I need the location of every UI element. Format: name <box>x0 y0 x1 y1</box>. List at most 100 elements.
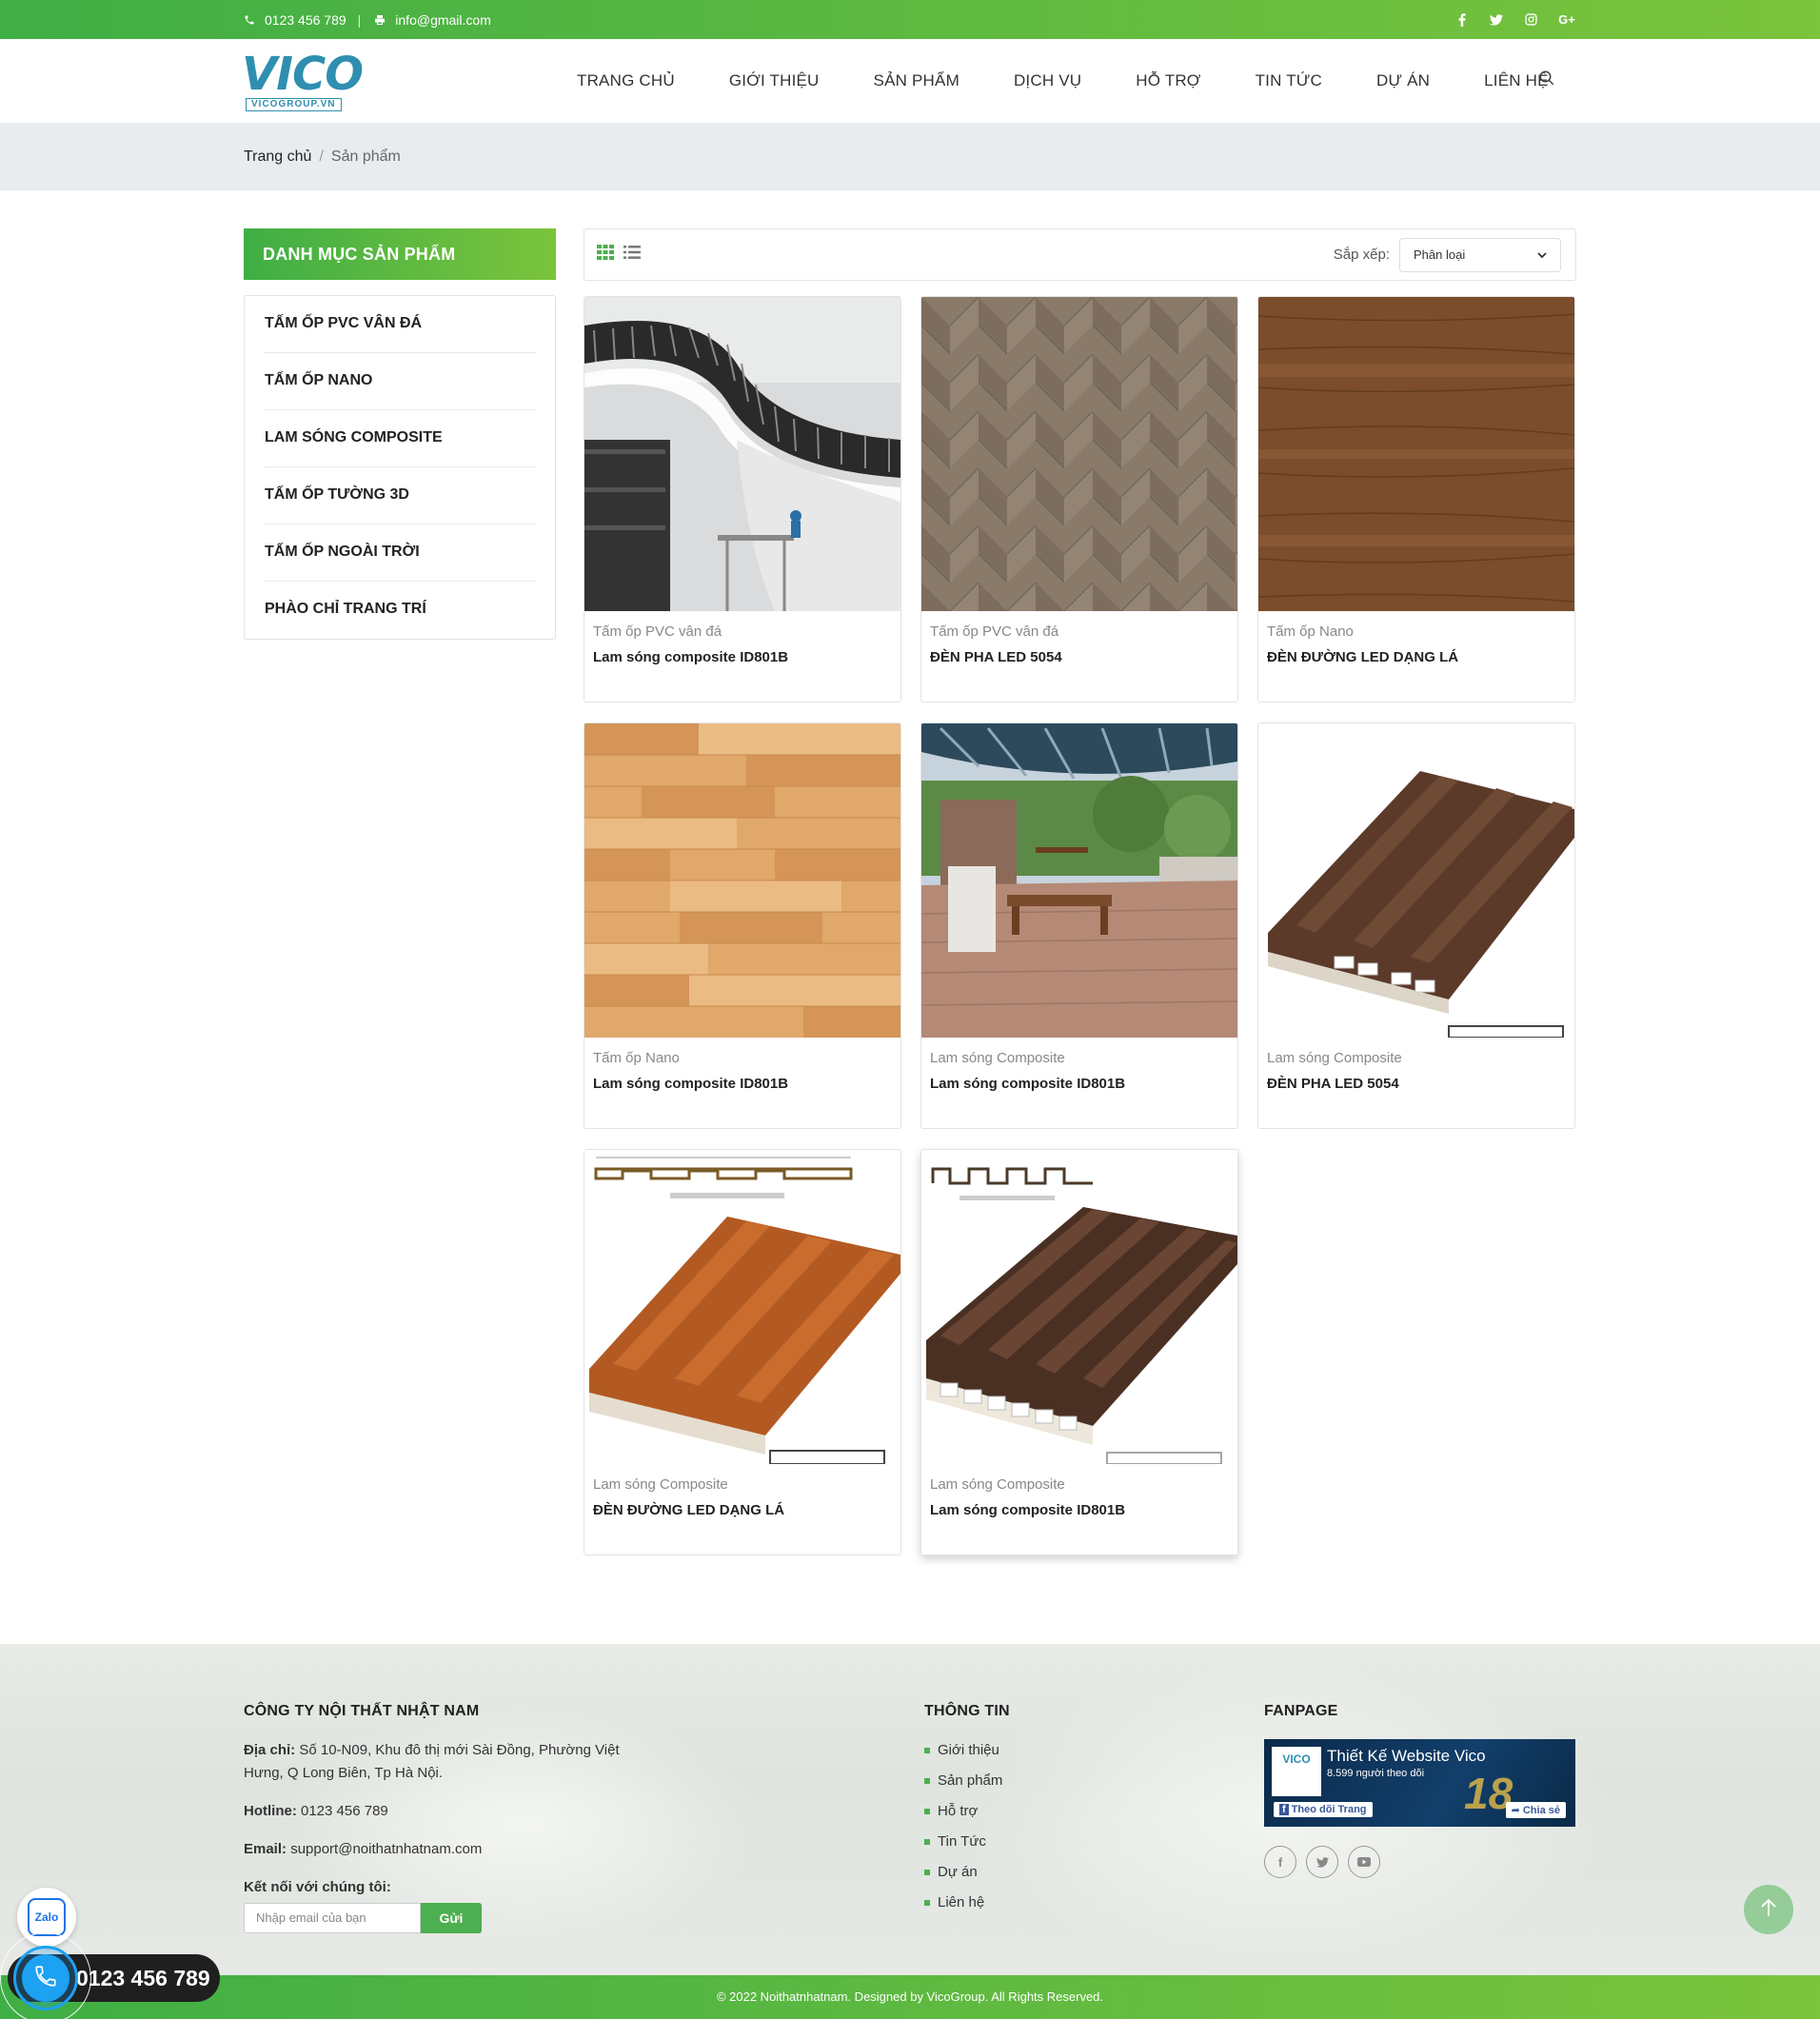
nav-item-products[interactable]: SẢN PHẨM <box>874 71 959 90</box>
topbar-phone[interactable]: 0123 456 789 <box>265 12 346 28</box>
breadcrumb-current: Sản phẩm <box>330 148 401 165</box>
phone-call-button[interactable] <box>22 1954 69 2002</box>
grid-view-icon[interactable] <box>597 245 614 265</box>
product-image[interactable] <box>584 1150 900 1464</box>
sidebar-item-nano[interactable]: TẤM ỐP NANO <box>264 353 536 410</box>
product-name[interactable]: ĐÈN ĐƯỜNG LED DẠNG LÁ <box>1267 649 1458 665</box>
arrow-up-icon <box>1760 1898 1777 1922</box>
fanpage-followers: 8.599 người theo dõi <box>1327 1768 1425 1779</box>
product-card[interactable]: Lam sóng Composite ĐÈN PHA LED 5054 <box>1257 722 1575 1129</box>
newsletter-email-input[interactable]: Nhập email của bạn <box>244 1903 421 1933</box>
facebook-icon[interactable]: f <box>1264 1846 1296 1878</box>
product-category[interactable]: Tấm ốp Nano <box>593 1050 680 1066</box>
sidebar-list: TẤM ỐP PVC VÂN ĐÁ TẤM ỐP NANO LAM SÓNG C… <box>244 295 556 640</box>
product-name[interactable]: ĐÈN PHA LED 5054 <box>1267 1076 1399 1092</box>
product-image[interactable] <box>584 297 900 611</box>
nav-item-services[interactable]: DỊCH VỤ <box>1014 71 1081 90</box>
nav-item-support[interactable]: HỖ TRỢ <box>1136 71 1200 90</box>
nav-item-home[interactable]: TRANG CHỦ <box>577 71 675 90</box>
product-image[interactable] <box>1258 723 1574 1038</box>
fanpage-avatar: VICO <box>1272 1747 1321 1796</box>
back-to-top-button[interactable] <box>1744 1885 1793 1934</box>
product-card[interactable]: Lam sóng Composite ĐÈN ĐƯỜNG LED DẠNG LÁ <box>584 1149 901 1555</box>
product-category[interactable]: Tấm ốp Nano <box>1267 624 1354 640</box>
product-card[interactable]: Tấm ốp Nano ĐÈN ĐƯỜNG LED DẠNG LÁ <box>1257 296 1575 703</box>
product-category[interactable]: Lam sóng Composite <box>1267 1050 1402 1066</box>
fanpage-share-button[interactable]: ➦ Chia sẻ <box>1505 1802 1566 1818</box>
footer-fanpage: FANPAGE VICO Thiết Kế Website Vico 8.599… <box>1264 1703 1578 1878</box>
nav-item-about[interactable]: GIỚI THIỆU <box>729 71 820 90</box>
product-category[interactable]: Lam sóng Composite <box>930 1050 1065 1066</box>
footer-info-title: THÔNG TIN <box>924 1703 1010 1719</box>
sort-select[interactable]: Phân loại <box>1399 237 1561 272</box>
product-image[interactable] <box>584 723 900 1038</box>
product-card[interactable]: Tấm ốp PVC vân đá Lam sóng composite ID8… <box>584 296 901 703</box>
product-image[interactable] <box>1258 297 1574 611</box>
product-card[interactable]: Tấm ốp Nano Lam sóng composite ID801B <box>584 722 901 1129</box>
sort-label: Sắp xếp: <box>1333 247 1390 263</box>
product-name[interactable]: ĐÈN PHA LED 5054 <box>930 649 1062 665</box>
youtube-icon[interactable] <box>1348 1846 1380 1878</box>
product-name[interactable]: Lam sóng composite ID801B <box>930 1502 1125 1518</box>
footer-address: Địa chỉ: Số 10-N09, Khu đô thị mới Sài Đ… <box>244 1742 620 1781</box>
google-plus-icon[interactable]: G+ <box>1557 12 1576 28</box>
fanpage-follow-button[interactable]: f Theo dõi Trang <box>1274 1802 1373 1817</box>
footer-email: Email: support@noithatnhatnam.com <box>244 1841 483 1857</box>
product-image[interactable] <box>921 297 1237 611</box>
footer-link-support[interactable]: Hỗ trợ <box>924 1796 1115 1827</box>
phone-icon <box>33 1964 58 1993</box>
product-toolbar: Sắp xếp: Phân loại <box>584 228 1576 281</box>
product-image[interactable] <box>921 1150 1237 1464</box>
copyright-bar: © 2022 Noithatnhatnam. Designed by VicoG… <box>0 1975 1820 2019</box>
product-name[interactable]: Lam sóng composite ID801B <box>593 1076 788 1092</box>
product-image[interactable] <box>921 723 1237 1038</box>
list-view-icon[interactable] <box>623 245 641 265</box>
product-name[interactable]: Lam sóng composite ID801B <box>593 649 788 665</box>
fanpage-name: Thiết Kế Website Vico <box>1327 1747 1486 1765</box>
site-logo[interactable]: VICO VICOGROUP.VN <box>242 48 364 111</box>
instagram-icon[interactable] <box>1523 12 1538 28</box>
sidebar-title: DANH MỤC SẢN PHẨM <box>244 228 556 280</box>
site-header: VICO VICOGROUP.VN TRANG CHỦ GIỚI THIỆU S… <box>242 39 1576 123</box>
product-card[interactable]: Tấm ốp PVC vân đá ĐÈN PHA LED 5054 <box>920 296 1238 703</box>
footer-link-projects[interactable]: Dự án <box>924 1857 1115 1888</box>
footer-link-about[interactable]: Giới thiệu <box>924 1735 1115 1766</box>
footer-link-products[interactable]: Sản phẩm <box>924 1766 1115 1796</box>
footer-link-contact[interactable]: Liên hệ <box>924 1888 1115 1918</box>
twitter-icon[interactable] <box>1306 1846 1338 1878</box>
product-card[interactable]: Lam sóng Composite Lam sóng composite ID… <box>920 722 1238 1129</box>
footer-company: CÔNG TY NỘI THẤT NHẬT NAM Địa chỉ: Số 10… <box>244 1703 653 1933</box>
footer-hotline: Hotline: 0123 456 789 <box>244 1803 388 1819</box>
logo-word: VICO <box>242 48 364 101</box>
main-nav: TRANG CHỦ GIỚI THIỆU SẢN PHẨM DỊCH VỤ HỖ… <box>577 71 1549 90</box>
newsletter-send-button[interactable]: Gửi <box>421 1903 482 1933</box>
nav-item-projects[interactable]: DỰ ÁN <box>1376 71 1430 90</box>
category-sidebar: DANH MỤC SẢN PHẨM TẤM ỐP PVC VÂN ĐÁ TẤM … <box>244 228 556 640</box>
product-category[interactable]: Tấm ốp PVC vân đá <box>930 624 1058 640</box>
phone-icon <box>242 12 257 28</box>
main-content: DANH MỤC SẢN PHẨM TẤM ỐP PVC VÂN ĐÁ TẤM … <box>244 190 1576 1645</box>
breadcrumb-home[interactable]: Trang chủ <box>244 148 311 165</box>
topbar-email[interactable]: info@gmail.com <box>395 12 491 28</box>
product-category[interactable]: Tấm ốp PVC vân đá <box>593 624 722 640</box>
sidebar-item-molding[interactable]: PHÀO CHỈ TRANG TRÍ <box>264 582 536 639</box>
chevron-down-icon <box>1537 247 1547 262</box>
product-name[interactable]: ĐÈN ĐƯỜNG LED DẠNG LÁ <box>593 1502 784 1518</box>
twitter-icon[interactable] <box>1489 12 1504 28</box>
sidebar-item-pvc-stone[interactable]: TẤM ỐP PVC VÂN ĐÁ <box>264 296 536 353</box>
search-icon[interactable] <box>1538 69 1555 91</box>
footer-link-news[interactable]: Tin Tức <box>924 1827 1115 1857</box>
sidebar-item-composite[interactable]: LAM SÓNG COMPOSITE <box>264 410 536 467</box>
product-category[interactable]: Lam sóng Composite <box>930 1476 1065 1493</box>
product-card[interactable]: Lam sóng Composite Lam sóng composite ID… <box>920 1149 1238 1555</box>
fanpage-widget[interactable]: VICO Thiết Kế Website Vico 8.599 người t… <box>1264 1739 1575 1827</box>
sidebar-item-outdoor[interactable]: TẤM ỐP NGOÀI TRỜI <box>264 525 536 582</box>
breadcrumb: Trang chủ / Sản phẩm <box>0 123 1820 190</box>
product-category[interactable]: Lam sóng Composite <box>593 1476 728 1493</box>
facebook-icon[interactable] <box>1454 12 1470 28</box>
nav-item-news[interactable]: TIN TỨC <box>1256 71 1322 90</box>
footer-connect-label: Kết nối với chúng tôi: <box>244 1879 391 1895</box>
product-name[interactable]: Lam sóng composite ID801B <box>930 1076 1125 1092</box>
sidebar-item-3d-wall[interactable]: TẤM ỐP TƯỜNG 3D <box>264 467 536 525</box>
product-area: Sắp xếp: Phân loại Tấm ốp PVC vân đá Lam… <box>584 228 1576 1555</box>
